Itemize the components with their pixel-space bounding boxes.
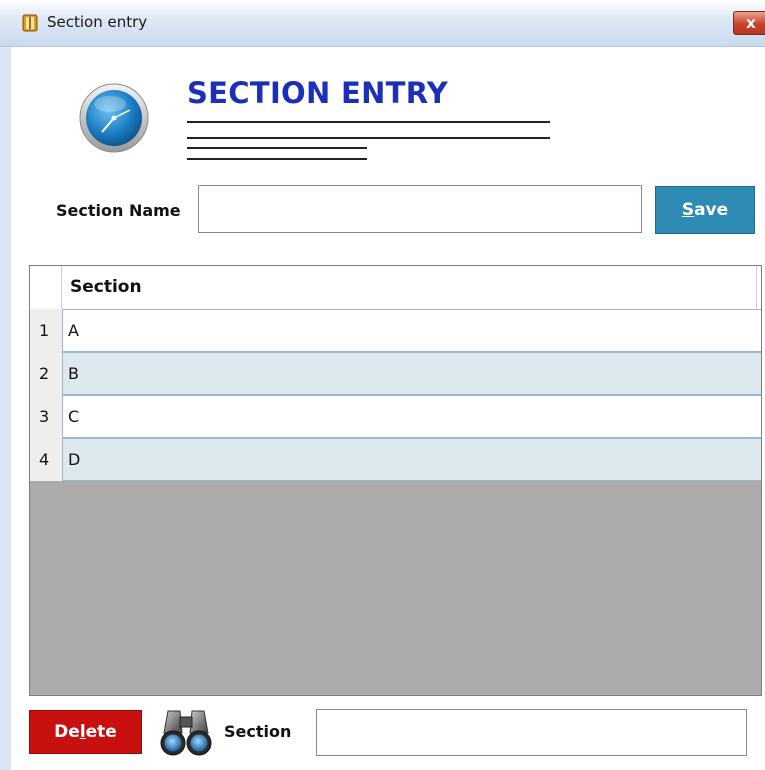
row-header[interactable]: 1: [30, 309, 63, 352]
section-name-input[interactable]: [198, 185, 642, 233]
title-bar[interactable]: Section entry x: [0, 0, 765, 47]
row-header[interactable]: 3: [30, 395, 63, 438]
section-cell[interactable]: A: [63, 309, 761, 352]
page-heading: SECTION ENTRY: [187, 76, 449, 110]
heading-rule-3: [187, 147, 367, 149]
delete-button[interactable]: Delete: [29, 710, 142, 754]
window-left-border: [0, 0, 11, 770]
row-header[interactable]: 2: [30, 352, 63, 395]
clock-icon: [79, 83, 149, 153]
table-row[interactable]: 3 C: [30, 395, 761, 438]
search-section-label: Section: [224, 722, 292, 741]
section-cell[interactable]: B: [63, 352, 761, 395]
close-button[interactable]: x: [733, 11, 765, 35]
table-row[interactable]: 2 B: [30, 352, 761, 395]
app-icon: [22, 14, 38, 32]
save-label-rest: ave: [694, 200, 729, 220]
table-row[interactable]: 4 D: [30, 438, 761, 481]
table-row[interactable]: 1 A: [30, 309, 761, 352]
section-grid[interactable]: Section 1 A 2 B 3 C 4 D: [29, 265, 762, 696]
save-button[interactable]: Save: [655, 186, 755, 234]
binoculars-icon: [160, 710, 212, 756]
search-section-input[interactable]: [316, 709, 747, 756]
grid-header: Section: [30, 266, 761, 310]
section-cell[interactable]: C: [63, 395, 761, 438]
column-header-section[interactable]: Section: [70, 277, 142, 297]
section-entry-window: Section entry x SECTION ENTRY Section Na…: [0, 0, 765, 770]
heading-rule-1: [187, 121, 550, 123]
heading-rule-2: [187, 137, 550, 139]
window-title: Section entry: [47, 13, 148, 31]
delete-label-rest: ete: [85, 722, 117, 742]
column-divider: [756, 266, 757, 309]
heading-rule-4: [187, 158, 367, 160]
section-cell[interactable]: D: [63, 438, 761, 481]
delete-label-prefix: De: [54, 722, 80, 742]
save-mnemonic: S: [681, 200, 695, 220]
row-header[interactable]: 4: [30, 438, 63, 481]
section-name-label: Section Name: [56, 201, 181, 220]
grid-corner[interactable]: [30, 266, 62, 309]
